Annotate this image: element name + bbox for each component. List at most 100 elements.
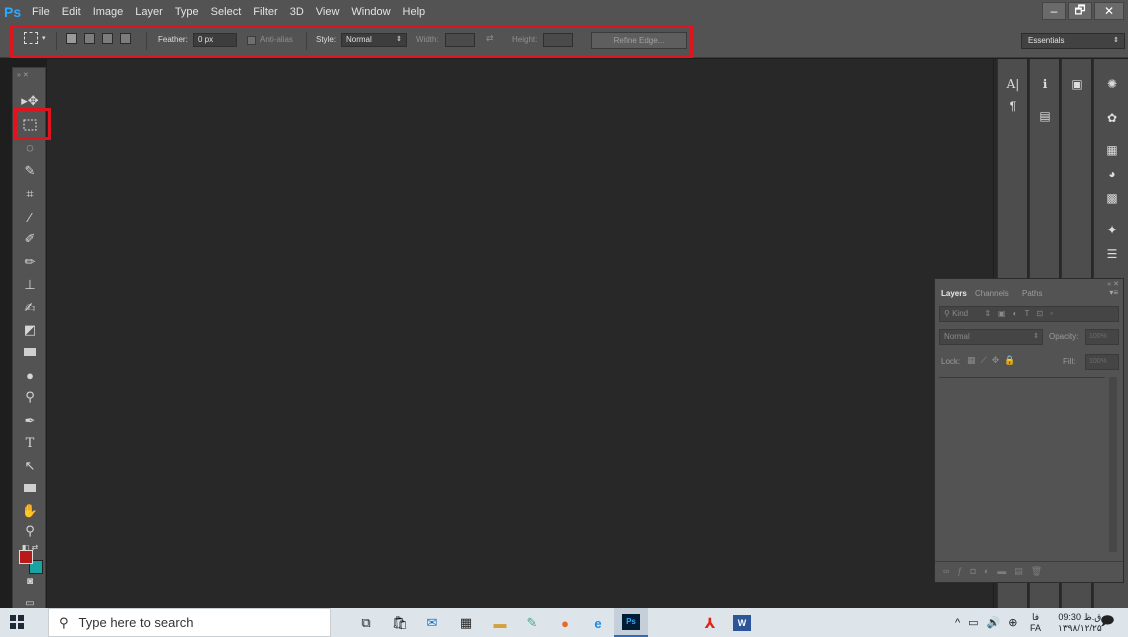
rectangle-tool-icon[interactable] — [13, 477, 47, 499]
menu-filter[interactable]: Filter — [247, 0, 283, 24]
eyedropper-tool-icon[interactable]: ⁄ — [13, 206, 47, 228]
language-indicator[interactable]: فا FA — [1030, 608, 1041, 637]
blend-mode-select[interactable]: Normal ⇕ — [939, 329, 1043, 345]
menu-type[interactable]: Type — [169, 0, 205, 24]
windows-start-icon[interactable] — [10, 615, 24, 632]
search-icon: ⚲ — [944, 309, 953, 318]
search-icon: ⚲ — [59, 614, 69, 630]
chevron-updown-icon: ⇕ — [1033, 333, 1039, 340]
mail-app-icon[interactable]: ✉ — [420, 612, 444, 634]
word-app-icon[interactable]: W — [730, 612, 754, 634]
gradient-tool-icon[interactable] — [13, 341, 47, 363]
styles-panel-icon[interactable]: ▦ — [1100, 139, 1124, 161]
lang-fa: فا — [1031, 611, 1040, 622]
clock-date: ۱۳۹۸/۱۲/۲۵ — [1058, 622, 1102, 633]
photoshop-app-icon: Ps — [622, 613, 640, 630]
crop-tool-icon[interactable]: ⌗ — [13, 183, 47, 205]
brush-tool-icon[interactable]: ✏ — [13, 251, 47, 273]
navigator-panel-icon[interactable]: ▣ — [1065, 73, 1089, 95]
history-brush-tool-icon[interactable]: ✍ — [13, 297, 47, 319]
chevron-updown-icon: ⇕ — [1113, 37, 1119, 44]
layers-list[interactable] — [939, 377, 1105, 552]
notification-icon[interactable]: 🗩 — [1100, 608, 1114, 637]
dodge-tool-icon[interactable]: ⚲ — [13, 386, 47, 408]
tab-paths[interactable]: Paths — [1022, 289, 1042, 298]
type-tool-icon[interactable]: T — [13, 432, 47, 454]
lang-code: FA — [1030, 622, 1042, 633]
blend-mode-value: Normal — [944, 332, 970, 341]
blur-tool-icon[interactable]: ● — [13, 364, 47, 386]
path-selection-tool-icon[interactable]: ↖ — [13, 455, 47, 477]
network-icon[interactable]: ⊕ — [1008, 616, 1017, 629]
system-tray: ^ ▭ 🔊 ⊕ — [955, 608, 1018, 637]
lock-label: Lock: — [941, 357, 961, 366]
fill-input[interactable]: 100% — [1085, 354, 1119, 370]
swatches-panel-icon[interactable]: ✿ — [1100, 107, 1124, 129]
filter-kind-select[interactable]: ⚲ Kind ⇕▣◐T⊡▫ — [939, 306, 1119, 322]
chevron-up-icon[interactable]: ^ — [955, 617, 960, 629]
edge-app-icon[interactable]: e — [586, 612, 610, 634]
brush-presets-panel-icon[interactable]: ✦ — [1100, 219, 1124, 241]
app-logo: Ps — [4, 4, 22, 20]
menu-help[interactable]: Help — [397, 0, 432, 24]
menu-window[interactable]: Window — [345, 0, 396, 24]
tab-layers[interactable]: Layers — [941, 289, 967, 298]
battery-icon[interactable]: ▭ — [968, 616, 978, 629]
document-canvas[interactable] — [47, 59, 993, 608]
clock[interactable]: 09:30 ق.ظ ۱۳۹۸/۱۲/۲۵ — [1058, 608, 1102, 637]
photoshop-taskbar-item[interactable]: Ps — [614, 608, 648, 637]
filter-type-icons[interactable]: ⇕▣◐T⊡▫ — [984, 309, 1060, 318]
menu-edit[interactable]: Edit — [56, 0, 87, 24]
file-explorer-icon[interactable]: ▬ — [488, 612, 512, 634]
taskbar-search-box[interactable]: ⚲ Type here to search — [48, 608, 331, 637]
color-panel-icon[interactable]: ✺ — [1100, 73, 1124, 95]
store-app-icon[interactable]: 🛍 — [388, 612, 412, 634]
info-panel-icon[interactable]: ℹ — [1033, 73, 1057, 95]
menu-select[interactable]: Select — [205, 0, 248, 24]
lock-icons[interactable]: ▦⟋✥🔒 — [967, 355, 1021, 366]
opacity-label: Opacity: — [1049, 332, 1079, 341]
firefox-app-icon[interactable]: ● — [553, 612, 577, 634]
clock-time: 09:30 ق.ظ — [1058, 611, 1102, 622]
pen-tool-icon[interactable]: ✒ — [13, 410, 47, 432]
fill-label: Fill: — [1063, 357, 1076, 366]
options-bar-highlight — [10, 25, 693, 58]
calculator-app-icon[interactable]: ▦ — [454, 612, 478, 634]
panel-menu-icon[interactable]: ▾≡ — [1109, 288, 1118, 297]
healing-brush-tool-icon[interactable]: ✐ — [13, 228, 47, 250]
task-view-icon[interactable]: ⧉ — [354, 612, 378, 634]
collapse-panel-icon[interactable]: « ✕ — [1107, 280, 1119, 288]
properties-panel-icon[interactable]: ☰ — [1100, 243, 1124, 265]
eraser-tool-icon[interactable]: ◩ — [13, 319, 47, 341]
restore-button[interactable]: 🗗 — [1068, 2, 1092, 20]
foreground-color-swatch[interactable] — [19, 550, 33, 564]
quick-mask-icon[interactable]: ◙ — [13, 570, 47, 592]
paint-app-icon[interactable]: ✎ — [520, 612, 544, 634]
tab-channels[interactable]: Channels — [975, 289, 1009, 298]
menu-image[interactable]: Image — [87, 0, 130, 24]
workspace-select[interactable]: Essentials ⇕ — [1021, 33, 1125, 49]
minimize-button[interactable]: ‒ — [1042, 2, 1066, 20]
menu-3d[interactable]: 3D — [284, 0, 310, 24]
notes-panel-icon[interactable]: ▤ — [1033, 105, 1057, 127]
hand-tool-icon[interactable]: ✋ — [13, 500, 47, 522]
menu-layer[interactable]: Layer — [129, 0, 169, 24]
quick-selection-tool-icon[interactable]: ✎ — [13, 160, 47, 182]
search-placeholder: Type here to search — [78, 615, 194, 630]
close-button[interactable]: ✕ — [1094, 2, 1124, 20]
menu-bar: Ps File Edit Image Layer Type Select Fil… — [0, 0, 1128, 24]
adjustments-panel-icon[interactable]: ◕ — [1100, 163, 1124, 185]
acrobat-app-icon[interactable]: ⅄ — [698, 612, 722, 634]
menu-file[interactable]: File — [26, 0, 56, 24]
clone-stamp-tool-icon[interactable]: ⊥ — [13, 274, 47, 296]
collapse-toolbar-icon[interactable]: » ✕ — [17, 71, 29, 79]
windows-taskbar: ⚲ Type here to search ⧉ 🛍 ✉ ▦ ▬ ✎ ● e Ps… — [0, 608, 1128, 637]
layers-scrollbar[interactable] — [1109, 377, 1117, 552]
character-panel-icon[interactable]: A| — [1001, 73, 1025, 95]
menu-view[interactable]: View — [310, 0, 346, 24]
layer-styles-panel-icon[interactable]: ▩ — [1100, 187, 1124, 209]
paragraph-panel-icon[interactable]: ¶ — [1001, 95, 1025, 117]
opacity-input[interactable]: 100% — [1085, 329, 1119, 345]
layers-footer-icons[interactable]: ∞ƒ◘◐▬▤🗑 — [935, 561, 1123, 581]
volume-icon[interactable]: 🔊 — [987, 616, 1001, 629]
